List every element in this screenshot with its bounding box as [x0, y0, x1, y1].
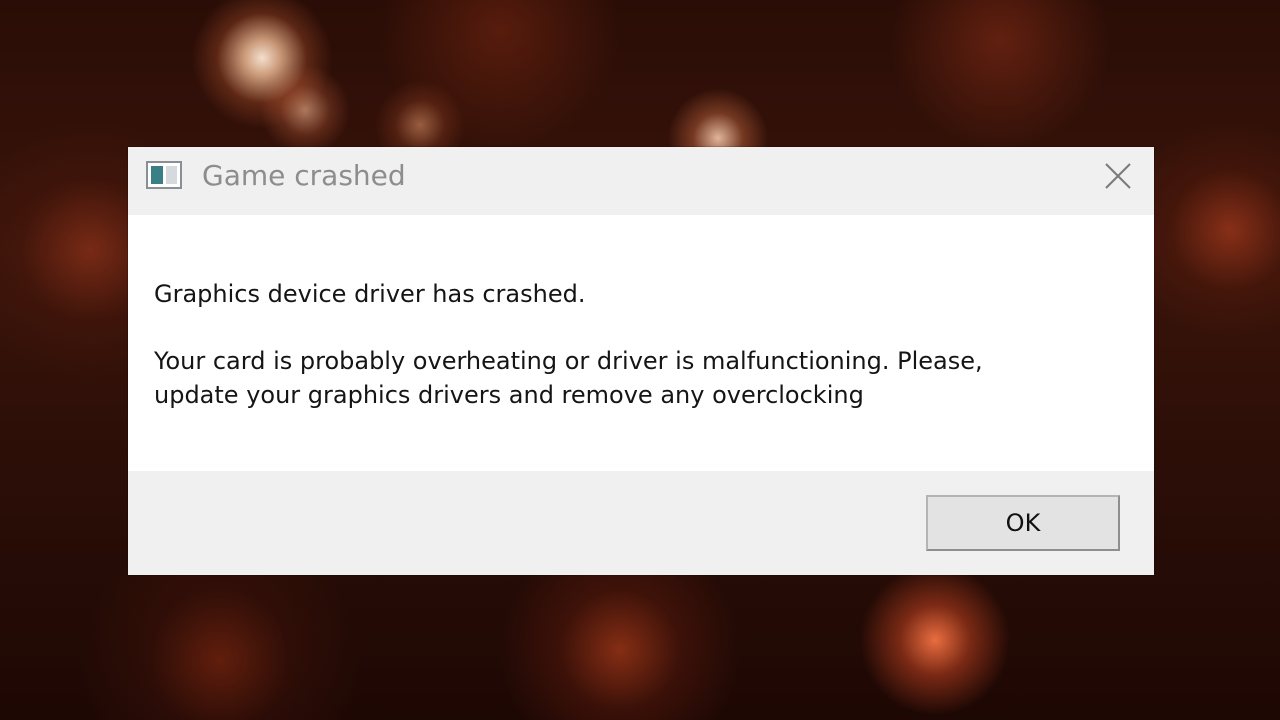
close-icon [1105, 163, 1131, 189]
error-dialog: Game crashed Graphics device driver has … [128, 147, 1154, 575]
error-detail-line-2: update your graphics drivers and remove … [154, 381, 864, 409]
window-icon [146, 161, 182, 189]
dialog-footer: OK [128, 471, 1154, 575]
dialog-content: Graphics device driver has crashed. Your… [128, 215, 1154, 471]
dialog-titlebar[interactable]: Game crashed [128, 147, 1154, 215]
close-button[interactable] [1090, 155, 1146, 197]
ok-button[interactable]: OK [926, 495, 1120, 551]
error-detail-line-1: Your card is probably overheating or dri… [154, 347, 983, 375]
dialog-title: Game crashed [202, 159, 406, 192]
error-heading: Graphics device driver has crashed. [154, 280, 586, 308]
